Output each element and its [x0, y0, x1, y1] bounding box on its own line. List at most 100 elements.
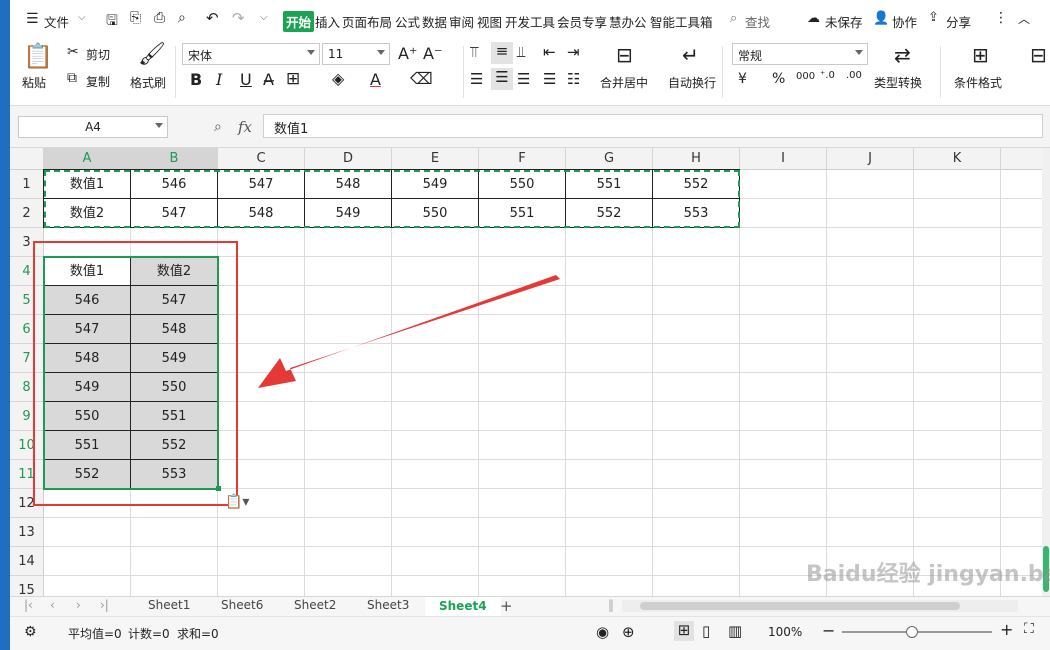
grid-cell[interactable] [740, 170, 827, 199]
header-cell[interactable]: 数值2 [130, 256, 218, 286]
column-header-k[interactable]: K [914, 148, 1001, 170]
data-cell[interactable]: 550 [391, 198, 479, 228]
grid-cell[interactable] [740, 286, 827, 315]
tab-developer[interactable]: 开发工具 [505, 12, 555, 31]
paste-button[interactable]: 粘贴 [22, 74, 46, 91]
grid-cell[interactable] [479, 344, 566, 373]
grid-cell[interactable] [653, 286, 740, 315]
grid-cell[interactable] [131, 489, 218, 518]
table-style-icon[interactable]: ⊟ [1030, 43, 1047, 67]
increase-decimal-icon[interactable]: ⁺.0 [820, 70, 835, 81]
outdent-icon[interactable]: ⇤ [543, 43, 556, 61]
data-cell[interactable]: 数值2 [43, 198, 131, 228]
zoom-slider-thumb[interactable] [906, 626, 918, 638]
grid-cell[interactable] [479, 547, 566, 576]
column-header-h[interactable]: H [653, 148, 740, 170]
grid-cell[interactable] [914, 315, 1001, 344]
row-header-11[interactable]: 11 [10, 460, 44, 489]
strikethrough-icon[interactable]: A̶ [263, 70, 274, 89]
hamburger-icon[interactable]: ☰ [26, 11, 39, 27]
grid-cell[interactable] [566, 518, 653, 547]
data-cell[interactable]: 550 [130, 372, 218, 402]
grid-cell[interactable] [740, 460, 827, 489]
grid-cell[interactable] [740, 373, 827, 402]
grid-cell[interactable] [392, 257, 479, 286]
page-break-view-icon[interactable]: ▥ [728, 622, 742, 640]
align-left-icon[interactable]: ☰ [470, 70, 483, 88]
row-header-2[interactable]: 2 [10, 199, 44, 228]
data-cell[interactable]: 548 [130, 314, 218, 344]
tab-formula[interactable]: 公式 [395, 12, 420, 31]
copy-icon[interactable]: ⧉ [67, 70, 77, 86]
grid-cell[interactable] [218, 402, 305, 431]
tab-review[interactable]: 审阅 [449, 12, 474, 31]
eye-protect-icon[interactable]: ◉ [596, 623, 609, 641]
grid-cell[interactable] [827, 286, 914, 315]
grid-cell[interactable] [914, 257, 1001, 286]
grid-cell[interactable] [305, 315, 392, 344]
column-header-partial[interactable] [1001, 148, 1042, 170]
justify-icon[interactable]: ☰ [543, 70, 556, 88]
grid-cell[interactable] [218, 286, 305, 315]
fill-color-icon[interactable]: ◈ [332, 69, 344, 88]
data-cell[interactable]: 553 [130, 459, 218, 489]
grid-cell[interactable] [218, 344, 305, 373]
search-icon[interactable]: ⌕ [730, 11, 737, 26]
column-header-d[interactable]: D [305, 148, 392, 170]
data-cell[interactable]: 547 [130, 198, 218, 228]
grid-cell[interactable] [218, 257, 305, 286]
number-format-select[interactable]: 常规 [732, 43, 868, 65]
data-cell[interactable]: 548 [43, 343, 131, 373]
row-header-1[interactable]: 1 [10, 170, 44, 199]
grid-cell[interactable] [305, 576, 392, 596]
type-convert-button[interactable]: 类型转换 [874, 74, 922, 91]
file-menu[interactable]: 文件 [44, 12, 69, 31]
grid-cell[interactable] [1001, 489, 1042, 518]
collapse-icon[interactable]: ︿ [1018, 10, 1030, 27]
grid-cell[interactable] [566, 257, 653, 286]
formula-input[interactable]: 数值1 [263, 114, 1043, 138]
grid-cell[interactable] [653, 344, 740, 373]
grid-cell[interactable] [1001, 431, 1042, 460]
save-icon[interactable]: 🖫 [106, 10, 118, 34]
wrap-text-button[interactable]: 自动换行 [668, 74, 716, 91]
macro-icon[interactable]: ⚙ [24, 624, 37, 640]
align-bottom-icon[interactable]: ⫫ [517, 43, 525, 61]
zoom-slider[interactable] [842, 626, 992, 638]
row-header-6[interactable]: 6 [10, 315, 44, 344]
data-cell[interactable]: 547 [43, 314, 131, 344]
header-cell[interactable]: 数值1 [43, 256, 131, 286]
grid-cell[interactable] [392, 431, 479, 460]
tab-data[interactable]: 数据 [422, 12, 447, 31]
data-cell[interactable]: 552 [565, 198, 653, 228]
grid-cell[interactable] [914, 518, 1001, 547]
zoom-level[interactable]: 100% [768, 625, 802, 639]
data-cell[interactable]: 547 [130, 285, 218, 315]
grid-cell[interactable] [653, 576, 740, 596]
grid-cell[interactable] [305, 489, 392, 518]
cut-button[interactable]: 剪切 [86, 46, 110, 63]
grid-cell[interactable] [566, 489, 653, 518]
grid-cell[interactable] [131, 576, 218, 596]
data-cell[interactable]: 547 [217, 169, 305, 199]
column-header-a[interactable]: A [44, 148, 131, 170]
grid-cell[interactable] [305, 518, 392, 547]
data-cell[interactable]: 546 [43, 285, 131, 315]
grid-cell[interactable] [305, 402, 392, 431]
format-painter-button[interactable]: 格式刷 [130, 74, 166, 91]
grid-cell[interactable] [392, 576, 479, 596]
tab-member[interactable]: 会员专享 [557, 12, 607, 31]
grid-cell[interactable] [827, 402, 914, 431]
grid-cell[interactable] [914, 402, 1001, 431]
row-header-13[interactable]: 13 [10, 518, 44, 547]
clear-icon[interactable]: ⌫ [410, 69, 433, 88]
fill-handle[interactable] [216, 486, 221, 491]
grid-cell[interactable] [653, 228, 740, 257]
data-cell[interactable]: 数值1 [43, 169, 131, 199]
tab-smart-tools[interactable]: 智能工具箱 [650, 12, 713, 31]
share-icon[interactable]: ⇪ [928, 10, 939, 25]
vertical-scrollbar[interactable] [1042, 148, 1050, 596]
grid-cell[interactable] [479, 431, 566, 460]
grid-cell[interactable] [305, 257, 392, 286]
bold-icon[interactable]: B [190, 70, 202, 89]
